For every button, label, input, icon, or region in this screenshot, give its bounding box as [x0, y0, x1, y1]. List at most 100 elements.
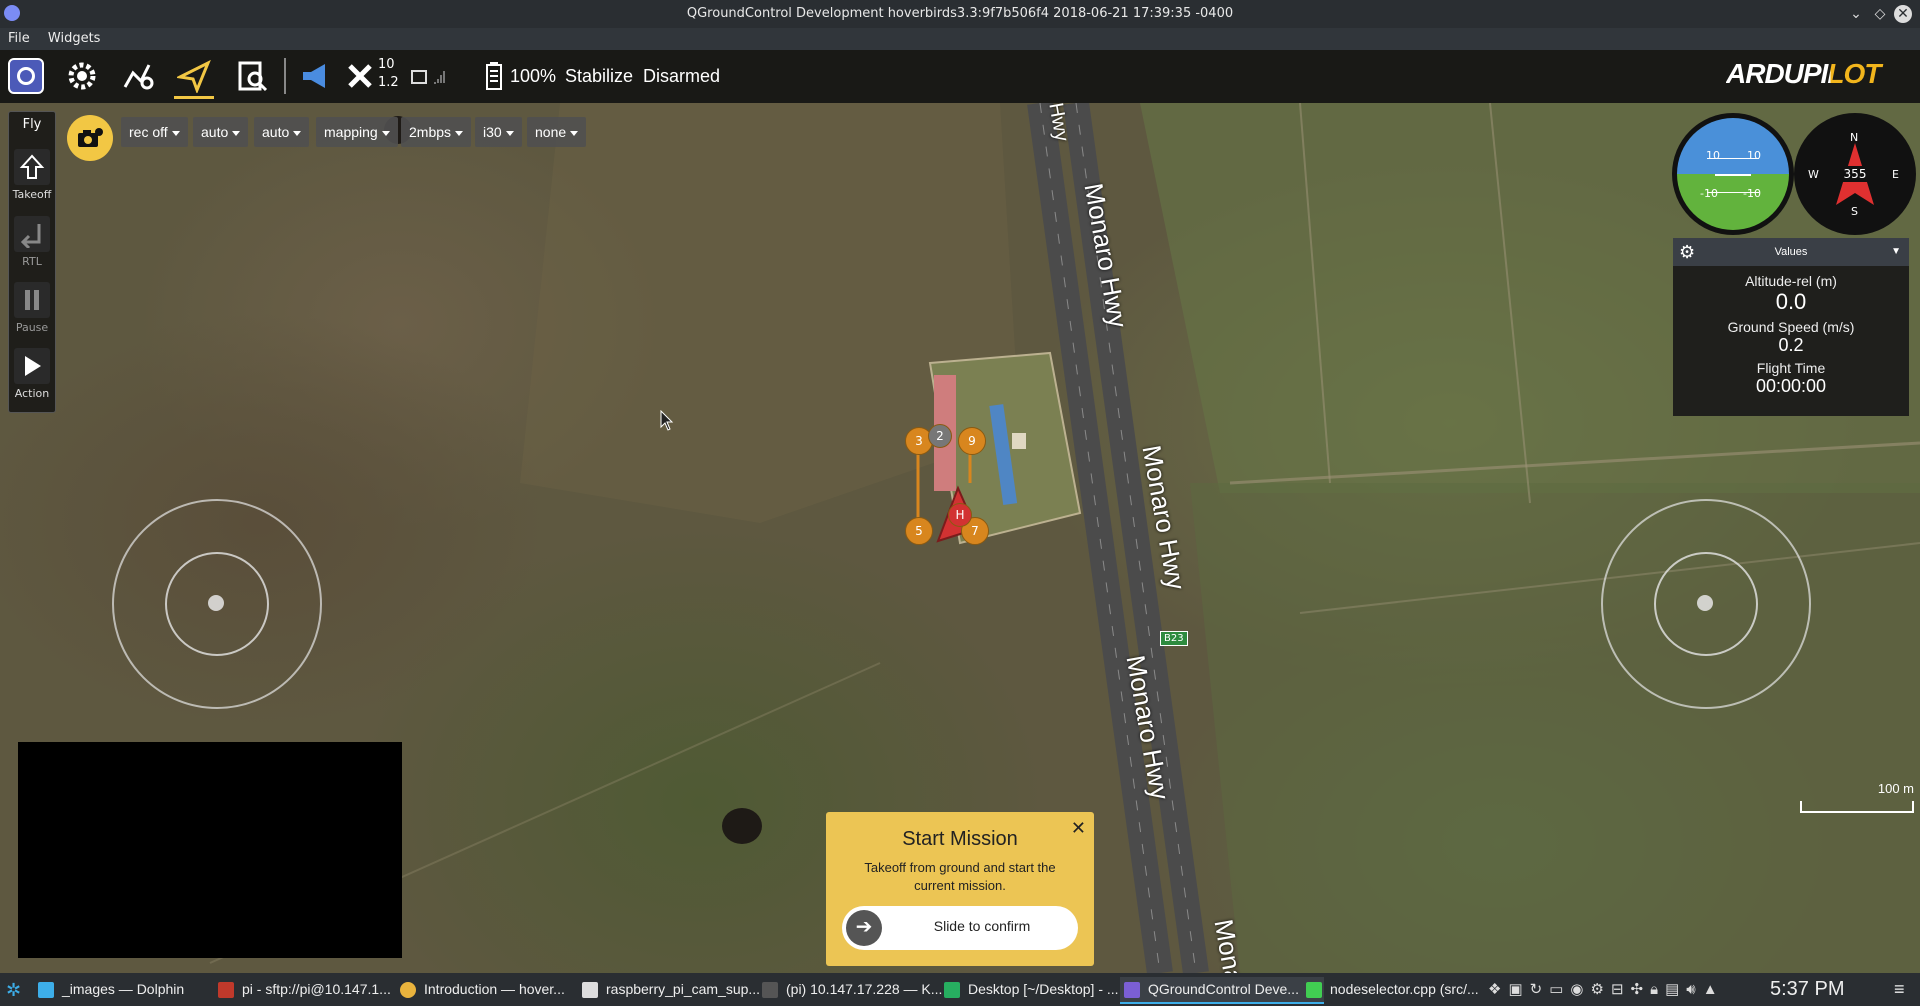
lock-icon[interactable]: 🔒︎ [1650, 981, 1665, 998]
update-icon[interactable]: ↻ [1530, 981, 1550, 998]
settings-icon[interactable]: ⚙ [1591, 981, 1611, 998]
values-dropdown-icon[interactable]: ▼ [1891, 238, 1901, 266]
task-label: _images — Dolphin [62, 981, 185, 997]
white-balance-dropdown[interactable]: auto [254, 117, 310, 147]
mouse-cursor [660, 409, 674, 436]
waypoint-5[interactable]: 5 [905, 517, 933, 545]
overlay-dropdown[interactable]: none [527, 117, 587, 147]
dropbox-icon[interactable]: ❖ [1488, 981, 1508, 998]
task-qtcreator[interactable]: nodeselector.cpp (src/... [1302, 977, 1506, 1002]
tray-expand-icon[interactable]: ▲ [1703, 981, 1725, 998]
slider-label: Slide to confirm [933, 918, 1031, 934]
fly-tool-panel: Fly Takeoff RTL Pause Action [8, 111, 56, 413]
gps-satellite-icon[interactable] [340, 56, 380, 96]
slider-handle-arrow-icon[interactable]: ➔ [846, 910, 882, 946]
settings-gear-icon[interactable] [62, 56, 102, 96]
slide-to-confirm[interactable]: ➔ Slide to confirm [842, 906, 1078, 950]
show-desktop-icon[interactable]: ≡ [1894, 979, 1905, 1000]
app-launcher-icon[interactable]: ✲ [6, 980, 26, 1000]
menu-file[interactable]: File [0, 28, 36, 46]
screenshot-icon[interactable]: ▣ [1508, 981, 1529, 998]
attitude-indicator: 10 10 -10 -10 [1672, 113, 1794, 235]
window-titlebar: QGroundControl Development hoverbirds3.3… [0, 0, 1920, 28]
terminal-icon [762, 982, 778, 998]
left-virtual-joystick[interactable] [112, 499, 322, 709]
right-virtual-joystick[interactable] [1601, 499, 1811, 709]
clipboard-icon[interactable]: ▤ [1665, 981, 1686, 998]
steam-icon[interactable]: ◉ [1570, 981, 1590, 998]
waypoint-9[interactable]: 9 [958, 427, 986, 455]
task-chrome[interactable]: Introduction — hover... [396, 977, 600, 1002]
qgc-icon [1124, 982, 1140, 998]
dolphin-icon [38, 982, 54, 998]
compass: N S E W 355 [1794, 113, 1916, 235]
window-title: QGroundControl Development hoverbirds3.3… [686, 6, 1234, 21]
map-scale-label: 100 m [1877, 781, 1914, 796]
battery-icon[interactable] [474, 56, 514, 96]
pitch-label-bl: -10 [1700, 187, 1718, 200]
menubar: File Widgets [0, 28, 1920, 50]
task-label: Introduction — hover... [424, 981, 565, 997]
joystick-thumb[interactable] [1697, 595, 1713, 611]
pitch-label-br: -10 [1743, 187, 1761, 200]
plan-view-icon[interactable] [118, 56, 158, 96]
arm-state[interactable]: Disarmed [643, 66, 720, 87]
values-gear-icon[interactable]: ⚙ [1679, 242, 1695, 262]
rtl-button[interactable]: RTL [12, 216, 52, 268]
video-pip[interactable] [18, 742, 402, 958]
task-pycharm[interactable]: Desktop [~/Desktop] - ... [940, 977, 1144, 1002]
pause-button[interactable]: Pause [12, 282, 52, 334]
fly-view-icon[interactable] [174, 56, 214, 99]
messages-megaphone-icon[interactable] [296, 56, 336, 96]
volume-icon[interactable]: 🔊︎ [1686, 981, 1702, 998]
minimize-icon[interactable]: ⌄ [1846, 4, 1866, 24]
takeoff-icon [14, 149, 50, 185]
task-dolphin[interactable]: _images — Dolphin [34, 977, 238, 1002]
map-scale-bar [1800, 801, 1914, 813]
task-label: nodeselector.cpp (src/... [1330, 981, 1479, 997]
exposure-dropdown[interactable]: auto [193, 117, 249, 147]
play-icon [14, 348, 50, 384]
task-sftp[interactable]: pi - sftp://pi@10.147.1... [214, 977, 418, 1002]
framerate-dropdown[interactable]: i30 [475, 117, 522, 147]
recording-dropdown[interactable]: rec off [121, 117, 188, 147]
mission-close-button[interactable]: ✕ [1071, 818, 1086, 839]
home-marker[interactable]: H [948, 503, 972, 527]
action-label: Action [14, 387, 50, 400]
menu-widgets[interactable]: Widgets [40, 28, 107, 46]
pause-icon [14, 282, 50, 318]
battery-percent: 100% [510, 66, 557, 86]
chrome-icon [400, 982, 416, 998]
task-document[interactable]: raspberry_pi_cam_sup... [578, 977, 782, 1002]
ground-speed-label: Ground Speed (m/s) [1727, 319, 1855, 335]
task-label: QGroundControl Deve... [1148, 981, 1299, 997]
close-window-icon[interactable]: ✕ [1894, 5, 1912, 23]
network-icon[interactable]: ⊟ [1611, 981, 1631, 998]
values-header-title: Values [1774, 246, 1808, 258]
task-qgroundcontrol[interactable]: QGroundControl Deve... [1120, 977, 1324, 1004]
task-label: Desktop [~/Desktop] - ... [968, 981, 1119, 997]
waypoint-2[interactable]: 2 [928, 424, 952, 448]
clock[interactable]: 5:37 PM [1770, 978, 1844, 1001]
rc-rssi-icon[interactable] [408, 56, 448, 96]
camera-settings-button[interactable] [67, 115, 113, 161]
task-label: pi - sftp://pi@10.147.1... [242, 981, 391, 997]
bitrate-dropdown[interactable]: 2mbps [401, 117, 472, 147]
mode-dropdown[interactable]: mapping [316, 117, 398, 147]
route-badge: B23 [1160, 631, 1188, 646]
mission-title: Start Mission [902, 828, 1018, 850]
pause-label: Pause [15, 321, 49, 334]
takeoff-button[interactable]: Takeoff [12, 149, 52, 201]
gps-sat-count: 10 [378, 57, 395, 72]
action-button[interactable]: Action [12, 348, 52, 400]
toolbar-divider [284, 58, 286, 94]
display-icon[interactable]: ▭ [1549, 981, 1570, 998]
mission-text: Takeoff from ground and start the curren… [864, 860, 1056, 893]
flight-mode[interactable]: Stabilize [565, 66, 633, 87]
joystick-thumb[interactable] [208, 595, 224, 611]
maximize-icon[interactable]: ◇ [1870, 4, 1890, 24]
vpn-icon[interactable]: ✣ [1631, 981, 1651, 998]
task-konsole[interactable]: (pi) 10.147.17.228 — K... [758, 977, 962, 1002]
qgc-logo-icon[interactable] [6, 56, 46, 96]
analyze-view-icon[interactable] [232, 56, 272, 96]
